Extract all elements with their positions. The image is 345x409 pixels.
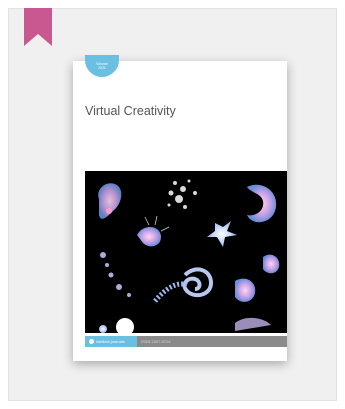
journal-title: Virtual Creativity xyxy=(85,104,176,118)
publisher-label: intellect journals xyxy=(96,339,125,344)
issue-badge: Volume 2021 xyxy=(85,55,119,77)
issue-badge-line2: 2021 xyxy=(98,66,106,70)
journal-cover[interactable]: Volume 2021 Virtual Creativity intellect… xyxy=(73,55,287,361)
cover-footer: intellect journals ISSN 2397-9704 xyxy=(85,336,287,347)
intellect-logo-icon xyxy=(89,339,94,344)
issn-label: ISSN 2397-9704 xyxy=(141,339,171,344)
publisher-tag: intellect journals xyxy=(85,336,137,347)
cover-artwork-illustration xyxy=(85,171,287,333)
cover-artwork xyxy=(85,171,287,333)
bookmark-icon[interactable] xyxy=(24,8,52,46)
